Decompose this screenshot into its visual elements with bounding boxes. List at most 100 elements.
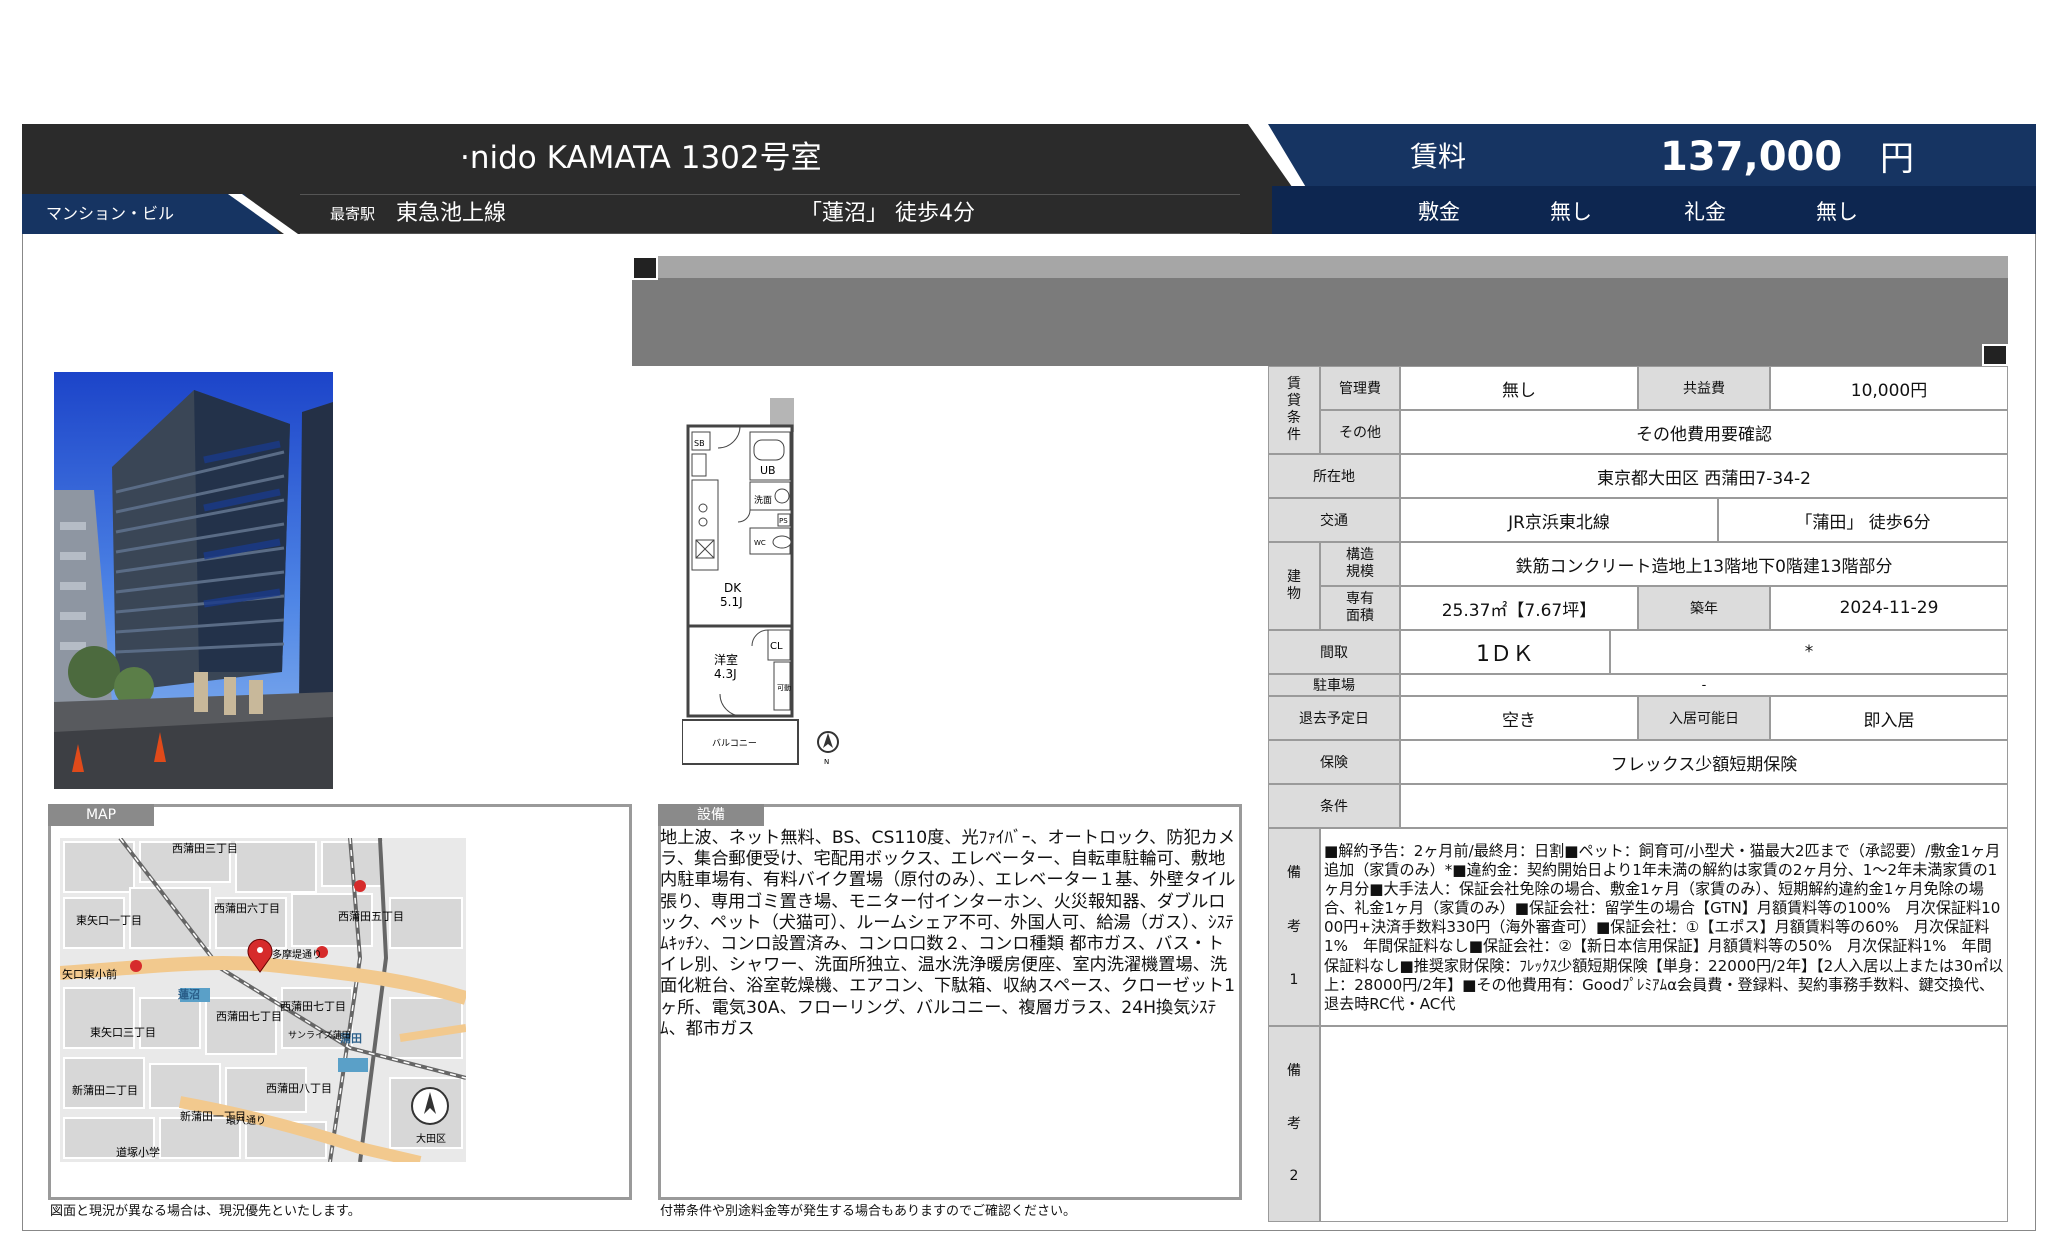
plan-label-wash: 洗面 xyxy=(754,494,772,506)
conditions-value xyxy=(1400,784,2008,828)
parking-value: - xyxy=(1400,674,2008,696)
transport-label: 交通 xyxy=(1268,498,1400,542)
remarks2-char: 2 xyxy=(1289,1168,1299,1185)
plan-label-room: 洋室 xyxy=(714,652,738,667)
address-value: 東京都大田区 西蒲田7-34-2 xyxy=(1400,454,2008,498)
map-label: 東矢口三丁目 xyxy=(90,1025,156,1039)
remarks1-char: 考 xyxy=(1287,918,1301,935)
building-photo xyxy=(54,372,333,789)
map-label: 西蒲田三丁目 xyxy=(172,841,238,855)
address-label: 所在地 xyxy=(1268,454,1400,498)
map-label: 大田区 xyxy=(416,1132,446,1145)
equipment-tab: 設備 xyxy=(658,804,764,826)
other-fees-label: その他 xyxy=(1320,410,1400,454)
built-date-value: 2024-11-29 xyxy=(1770,586,2008,630)
transport-walk: 「蒲田」 徒歩6分 xyxy=(1718,498,2008,542)
banner-corner-mark xyxy=(632,256,658,280)
layout-label: 間取 xyxy=(1268,630,1400,674)
floor-area-label-line: 面積 xyxy=(1346,608,1374,624)
rent-unit: 円 xyxy=(1880,139,1914,179)
header-fee-bar xyxy=(1272,186,2036,234)
structure-label: 構造 規模 xyxy=(1320,542,1400,586)
insurance-label: 保険 xyxy=(1268,740,1400,784)
station-label: 最寄駅 xyxy=(330,205,376,223)
banner-corner-mark xyxy=(1982,344,2008,366)
map-label: 西蒲田七丁目 xyxy=(216,1009,282,1023)
equipment-text: 地上波、ネット無料、BS、CS110度、光ﾌｧｲﾊﾞｰ、オートロック、防犯カメラ… xyxy=(660,828,1236,1039)
vacate-date-label: 退去予定日 xyxy=(1268,696,1400,740)
remarks2-header: 備 考 2 xyxy=(1268,1026,1320,1222)
rental-terms-char: 貸 xyxy=(1287,393,1301,409)
conditions-label: 条件 xyxy=(1268,784,1400,828)
property-title: ·nido KAMATA 1302号室 xyxy=(460,140,822,176)
remarks1-char: 1 xyxy=(1289,971,1299,988)
plan-label-ub: UB xyxy=(760,464,776,477)
common-fee-label: 共益費 xyxy=(1638,366,1770,410)
building-char: 物 xyxy=(1287,586,1301,602)
common-fee-value: 10,000円 xyxy=(1770,366,2008,410)
rental-terms-header: 賃 貸 条 件 xyxy=(1268,366,1320,454)
map-label: 環八通り xyxy=(226,1115,266,1127)
floor-plan-diagram: SB UB 洗面 PS WC DK 5.1J CL 洋室 4.3J 可動 バルコ… xyxy=(681,390,852,770)
floor-area-value: 25.37㎡【7.67坪】 xyxy=(1400,586,1638,630)
structure-label-line: 規模 xyxy=(1346,564,1374,580)
north-label: N xyxy=(824,758,829,766)
map-label: 西蒲田六丁目 xyxy=(214,901,280,915)
building-char: 建 xyxy=(1287,569,1301,585)
floor-area-label-line: 専有 xyxy=(1346,591,1374,607)
insurance-value: フレックス少額短期保険 xyxy=(1400,740,2008,784)
gray-banner xyxy=(632,256,2008,366)
remarks2-char: 考 xyxy=(1287,1115,1301,1132)
plan-label-wc: WC xyxy=(754,539,766,547)
layout-value: 1ＤＫ xyxy=(1400,630,1610,674)
remarks1-char: 備 xyxy=(1287,865,1301,882)
map-tab: MAP xyxy=(48,804,154,826)
remarks1-text: ■解約予告：2ヶ月前/最終月：日割■ペット：飼育可/小型犬・猫最大2匹まで（承認… xyxy=(1324,842,2004,1013)
map-label: 東矢口一丁目 xyxy=(76,913,142,927)
rental-terms-char: 件 xyxy=(1287,427,1301,443)
deposit-value: 無し xyxy=(1550,200,1592,224)
map-label: 道塚小学 xyxy=(116,1145,160,1159)
management-fee-value: 無し xyxy=(1400,366,1638,410)
vacate-date-value: 空き xyxy=(1400,696,1638,740)
move-in-date-label: 入居可能日 xyxy=(1638,696,1770,740)
rent-label: 賃料 xyxy=(1410,140,1467,173)
map-label: 西蒲田五丁目 xyxy=(338,909,404,923)
key-money-label: 礼金 xyxy=(1684,200,1726,224)
structure-value: 鉄筋コンクリート造地上13階地下0階建13階部分 xyxy=(1400,542,2008,586)
management-fee-label: 管理費 xyxy=(1320,366,1400,410)
footnote-left: 図面と現況が異なる場合は、現況優先といたします。 xyxy=(50,1204,361,1219)
remarks1-header: 備 考 1 xyxy=(1268,828,1320,1026)
floor-area-label: 専有 面積 xyxy=(1320,586,1400,630)
plan-label-dk-size: 5.1J xyxy=(720,595,743,609)
map-label: 矢口東小前 xyxy=(62,967,117,981)
parking-label: 駐車場 xyxy=(1268,674,1400,696)
key-money-value: 無し xyxy=(1816,200,1858,224)
map-label: 新蒲田二丁目 xyxy=(72,1083,138,1097)
remarks2-box xyxy=(1320,1026,2008,1222)
map-label: サンライズ蒲田 xyxy=(288,1029,351,1041)
map-label: 多摩堤通り xyxy=(272,948,322,961)
footnote-right: 付帯条件や別途料金等が発生する場合もありますのでご確認ください。 xyxy=(660,1204,1077,1219)
deposit-label: 敷金 xyxy=(1418,200,1460,224)
plan-label-room-size: 4.3J xyxy=(714,667,737,681)
plan-label-closet: 可動 xyxy=(777,683,791,692)
station-walk-time: 「蓮沼」 徒歩4分 xyxy=(800,201,975,226)
map-label: 西蒲田七丁目 xyxy=(280,999,346,1013)
layout-extra: * xyxy=(1610,630,2008,674)
plan-label-sb: SB xyxy=(694,439,705,448)
area-map[interactable]: 西蒲田三丁目 西蒲田六丁目 西蒲田五丁目 東矢口一丁目 矢口東小前 多摩堤通り … xyxy=(60,838,466,1162)
other-fees-value: その他費用要確認 xyxy=(1400,410,2008,454)
structure-label-line: 構造 xyxy=(1346,547,1374,563)
remarks2-char: 備 xyxy=(1287,1062,1301,1079)
plan-label-ps: PS xyxy=(779,517,788,525)
rent-value: 137,000 xyxy=(1660,134,1843,180)
plan-label-dk: DK xyxy=(724,581,742,595)
plan-label-balcony: バルコニー xyxy=(712,738,757,749)
rental-terms-char: 賃 xyxy=(1287,376,1301,392)
map-label: 蓮沼 xyxy=(178,987,200,1001)
built-date-label: 築年 xyxy=(1638,586,1770,630)
plan-label-cl: CL xyxy=(770,641,783,652)
move-in-date-value: 即入居 xyxy=(1770,696,2008,740)
map-label: 西蒲田八丁目 xyxy=(266,1081,332,1095)
